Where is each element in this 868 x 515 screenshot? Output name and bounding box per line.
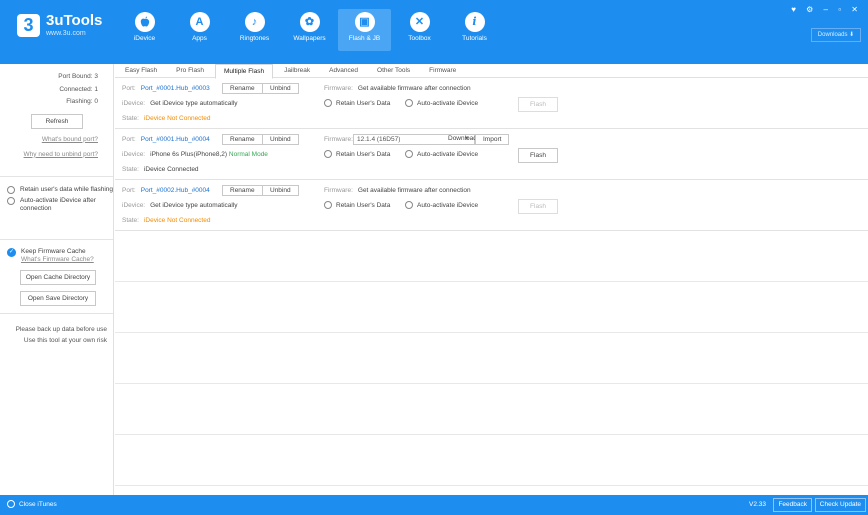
device-state: iDevice Not Connected	[143, 115, 211, 122]
nav-idevice[interactable]: iDevice	[118, 9, 171, 51]
retain-data-radio[interactable]	[324, 99, 332, 107]
auto-activate-option[interactable]: Auto-activate iDevice	[405, 99, 478, 107]
auto-activate-radio[interactable]	[7, 197, 15, 205]
port-name[interactable]: Port_#0002.Hub_#0004	[141, 187, 210, 194]
firmware-status: Get available firmware after connection	[357, 187, 471, 194]
auto-activate-radio[interactable]	[405, 201, 413, 209]
port-bound-count: Port Bound: 3	[58, 73, 98, 80]
auto-activate-option[interactable]: Auto-activate iDevice after connection	[0, 197, 113, 213]
retain-data-option[interactable]: Retain User's Data	[324, 150, 390, 158]
idevice-type: Get iDevice type automatically	[150, 100, 238, 107]
auto-activate-option[interactable]: Auto-activate iDevice	[405, 201, 478, 209]
tab-multiple-flash[interactable]: Multiple Flash	[214, 64, 274, 79]
tab-pro-flash[interactable]: Pro Flash	[168, 64, 212, 77]
box-icon: ▣	[354, 12, 375, 32]
close-itunes-radio[interactable]	[7, 500, 15, 508]
app-logo: 3 3uTools www.3u.com	[17, 13, 102, 37]
device-row: Port: Port_#0001.Hub_#0004 Rename Unbind …	[115, 129, 868, 180]
toolbox-icon: ✕	[409, 12, 430, 32]
tab-other-tools[interactable]: Other Tools	[369, 64, 418, 77]
device-state: iDevice Connected	[143, 166, 199, 173]
empty-slot	[115, 282, 868, 333]
window-controls[interactable]: ♥ ⚙ – ▫ ✕	[791, 5, 862, 14]
whats-firmware-cache-link[interactable]: What's Firmware Cache?	[21, 256, 94, 263]
close-itunes-option[interactable]: Close iTunes	[7, 500, 57, 508]
device-list: Port: Port_#0001.Hub_#0003 Rename Unbind …	[115, 78, 868, 495]
flash-button[interactable]: Flash	[518, 148, 558, 163]
retain-data-radio[interactable]	[7, 186, 15, 194]
app-name: 3uTools	[46, 12, 103, 29]
retain-data-option[interactable]: Retain user's data while flashing	[0, 186, 113, 194]
nav-wallpapers[interactable]: ✿ Wallpapers	[283, 9, 336, 51]
unbind-button[interactable]: Unbind	[262, 134, 299, 145]
logo-icon: 3	[17, 13, 40, 37]
tab-jailbreak[interactable]: Jailbreak	[276, 64, 318, 77]
rename-button[interactable]: Rename	[222, 83, 263, 94]
retain-data-option[interactable]: Retain User's Data	[324, 201, 390, 209]
check-update-button[interactable]: Check Update	[814, 498, 866, 512]
tab-firmware[interactable]: Firmware	[421, 64, 464, 77]
device-row: Port: Port_#0002.Hub_#0004 Rename Unbind …	[115, 180, 868, 231]
device-row: Port: Port_#0001.Hub_#0003 Rename Unbind …	[115, 78, 868, 129]
flashing-count: Flashing: 0	[66, 98, 98, 105]
flash-button[interactable]: Flash	[518, 97, 558, 112]
nav-flash-jb[interactable]: ▣ Flash & JB	[338, 9, 391, 51]
idevice-type: Get iDevice type automatically	[150, 202, 238, 209]
top-bar: 3 3uTools www.3u.com iDevice A Apps ♪ Ri…	[0, 0, 868, 64]
device-state: iDevice Not Connected	[143, 217, 211, 224]
auto-activate-radio[interactable]	[405, 99, 413, 107]
nav-ringtones[interactable]: ♪ Ringtones	[228, 9, 281, 51]
open-cache-directory-button[interactable]: Open Cache Directory	[20, 270, 96, 285]
status-bar: Close iTunes V2.33 Feedback Check Update	[0, 495, 868, 515]
version-label: V2.33	[749, 501, 766, 508]
import-button[interactable]: Import	[475, 134, 510, 145]
check-icon[interactable]: ✓	[7, 248, 16, 257]
tab-advanced[interactable]: Advanced	[321, 64, 366, 77]
nav-toolbox[interactable]: ✕ Toolbox	[393, 9, 446, 51]
port-name[interactable]: Port_#0001.Hub_#0004	[141, 136, 210, 143]
app-url: www.3u.com	[46, 30, 86, 37]
refresh-button[interactable]: Refresh	[31, 113, 83, 129]
port-name[interactable]: Port_#0001.Hub_#0003	[141, 85, 210, 92]
nav-apps[interactable]: A Apps	[173, 9, 226, 51]
main-nav: iDevice A Apps ♪ Ringtones ✿ Wallpapers …	[118, 9, 503, 51]
bell-icon: ♪	[244, 12, 265, 32]
empty-slot	[115, 435, 868, 486]
nav-tutorials[interactable]: i Tutorials	[448, 9, 501, 51]
info-icon: i	[464, 12, 485, 32]
tab-easy-flash[interactable]: Easy Flash	[117, 64, 165, 77]
auto-activate-option[interactable]: Auto-activate iDevice	[405, 150, 478, 158]
retain-data-radio[interactable]	[324, 201, 332, 209]
flash-button[interactable]: Flash	[518, 199, 558, 214]
unbind-button[interactable]: Unbind	[262, 83, 299, 94]
risk-note: Please back up data before use Use this …	[15, 326, 107, 344]
empty-slot	[115, 333, 868, 384]
rename-button[interactable]: Rename	[222, 185, 263, 196]
wallpaper-icon: ✿	[299, 12, 320, 32]
keep-cache-option[interactable]: ✓ Keep Firmware Cache What's Firmware Ca…	[0, 248, 113, 264]
connected-count: Connected: 1	[59, 85, 98, 93]
unbind-button[interactable]: Unbind	[262, 185, 299, 196]
auto-activate-radio[interactable]	[405, 150, 413, 158]
rename-button[interactable]: Rename	[222, 134, 263, 145]
open-save-directory-button[interactable]: Open Save Directory	[20, 291, 96, 306]
sidebar: Port Bound: 3 Connected: 1 Flashing: 0 R…	[0, 64, 114, 495]
idevice-type: iPhone 6s Plus(iPhone8,2)	[150, 151, 228, 158]
apps-icon: A	[189, 12, 210, 32]
whats-bound-port-link[interactable]: What's bound port?	[42, 136, 98, 143]
retain-data-option[interactable]: Retain User's Data	[324, 99, 390, 107]
flash-options: Retain user's data while flashing Auto-a…	[0, 177, 113, 240]
downloads-button[interactable]: Downloads ⬇	[811, 28, 861, 42]
retain-data-radio[interactable]	[324, 150, 332, 158]
device-mode: Normal Mode	[228, 151, 268, 158]
port-summary: Port Bound: 3 Connected: 1 Flashing: 0 R…	[0, 64, 113, 177]
firmware-status: Get available firmware after connection	[357, 85, 471, 92]
why-unbind-port-link[interactable]: Why need to unbind port?	[24, 151, 98, 158]
empty-slot	[115, 384, 868, 435]
cache-section: ✓ Keep Firmware Cache What's Firmware Ca…	[0, 240, 113, 314]
apple-icon	[134, 12, 155, 32]
feedback-button[interactable]: Feedback	[773, 498, 812, 512]
tab-bar: Easy Flash Pro Flash Multiple Flash Jail…	[115, 64, 868, 79]
empty-slot	[115, 231, 868, 282]
